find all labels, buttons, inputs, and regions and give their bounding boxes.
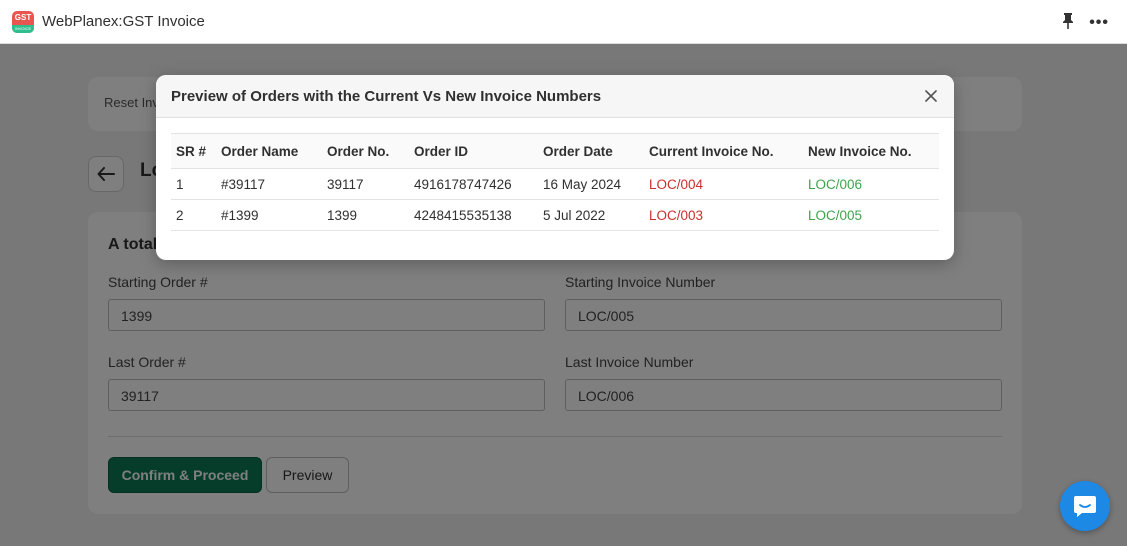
modal-header: Preview of Orders with the Current Vs Ne… <box>156 75 954 118</box>
cell-order-id: 4916178747426 <box>409 168 538 200</box>
app-logo-text: GST <box>14 12 32 22</box>
cell-order-date: 5 Jul 2022 <box>538 199 644 231</box>
cell-new-invoice: LOC/005 <box>803 199 939 231</box>
pin-icon[interactable] <box>1061 12 1075 33</box>
preview-modal: Preview of Orders with the Current Vs Ne… <box>156 75 954 260</box>
app-logo-icon: GST INVOICE <box>12 10 34 33</box>
app-title-bar: GST INVOICE WebPlanex:GST Invoice ••• <box>0 0 1127 44</box>
table-row: 2 #1399 1399 4248415535138 5 Jul 2022 LO… <box>171 199 939 231</box>
column-header-order-id: Order ID <box>409 133 538 169</box>
chat-launcher-button[interactable] <box>1060 481 1110 531</box>
chat-icon <box>1074 496 1096 517</box>
cell-order-no: 39117 <box>322 168 409 200</box>
cell-current-invoice: LOC/003 <box>644 199 803 231</box>
column-header-current-invoice: Current Invoice No. <box>644 133 803 169</box>
modal-body: SR # Order Name Order No. Order ID Order… <box>156 118 954 231</box>
more-dots-icon[interactable]: ••• <box>1089 14 1109 31</box>
table-header-row: SR # Order Name Order No. Order ID Order… <box>171 133 939 169</box>
app-logo-subtext: INVOICE <box>12 24 34 33</box>
orders-preview-table: SR # Order Name Order No. Order ID Order… <box>171 133 939 231</box>
column-header-new-invoice: New Invoice No. <box>803 133 939 169</box>
cell-order-name: #1399 <box>216 199 322 231</box>
cell-order-id: 4248415535138 <box>409 199 538 231</box>
cell-sr: 1 <box>171 168 216 200</box>
app-title: WebPlanex:GST Invoice <box>42 13 205 30</box>
column-header-order-name: Order Name <box>216 133 322 169</box>
cell-new-invoice: LOC/006 <box>803 168 939 200</box>
table-row: 1 #39117 39117 4916178747426 16 May 2024… <box>171 168 939 200</box>
title-actions: ••• <box>1061 12 1109 33</box>
cell-current-invoice: LOC/004 <box>644 168 803 200</box>
close-icon[interactable] <box>923 88 939 104</box>
column-header-sr: SR # <box>171 133 216 169</box>
cell-sr: 2 <box>171 199 216 231</box>
column-header-order-no: Order No. <box>322 133 409 169</box>
cell-order-date: 16 May 2024 <box>538 168 644 200</box>
cell-order-name: #39117 <box>216 168 322 200</box>
cell-order-no: 1399 <box>322 199 409 231</box>
modal-title: Preview of Orders with the Current Vs Ne… <box>171 87 602 105</box>
column-header-order-date: Order Date <box>538 133 644 169</box>
